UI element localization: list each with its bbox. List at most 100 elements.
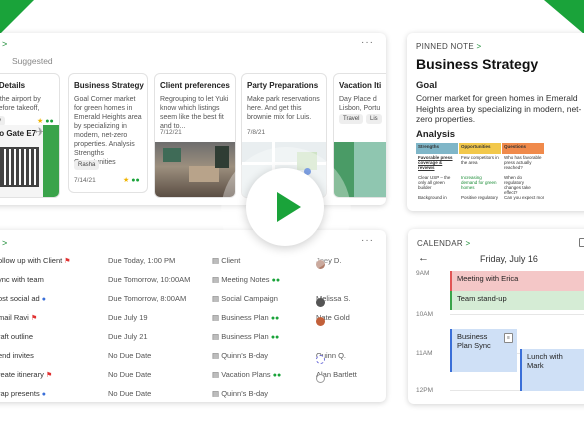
task-row[interactable]: reate itinerary ⚑ No Due Date ▤ Vacation… [0, 366, 386, 385]
calendar-icon[interactable] [579, 238, 584, 247]
note-card-date: 7/14/21 [74, 177, 96, 184]
avatar [316, 374, 325, 383]
goal-heading: Goal [416, 80, 438, 91]
notes-header-arrow[interactable]: > [2, 39, 7, 49]
event-meeting-with-erica[interactable]: Meeting with Erica ≡ [450, 271, 584, 291]
table-header-questions: Questions [502, 143, 544, 154]
task-row[interactable]: end invites No Due Date ▤ Quinn's B-day … [0, 347, 386, 366]
star-icon: ★ [37, 118, 44, 125]
note-card-trip-details[interactable]: t Details o the airport by Before takeof… [0, 73, 60, 198]
note-icon: ▤ [212, 313, 220, 322]
shared-icon: ●● [271, 277, 281, 284]
task-row[interactable]: rap presents ● No Due Date ▤ Quinn's B-d… [0, 385, 386, 402]
time-label: 11AM [416, 350, 433, 357]
task-name: ost social ad ● [0, 294, 47, 303]
event-business-plan-sync[interactable]: Business Plan Sync ≡ [450, 329, 517, 372]
green-strip [43, 125, 59, 197]
task-row[interactable]: ost social ad ● Due Tomorrow, 8:00AM ▤ S… [0, 290, 386, 309]
pinned-note-widget: PINNED NOTE > Business Strategy Goal Cor… [407, 33, 584, 211]
task-due: Due July 19 [108, 313, 148, 322]
qr-code [0, 147, 39, 187]
flag-icon: ⚑ [45, 372, 53, 379]
table-cell: Background in [418, 195, 447, 200]
note-card-body: Regrouping to let Yuki know which listin… [160, 96, 229, 130]
back-arrow-icon[interactable]: ← [418, 252, 429, 264]
pinned-note-header[interactable]: PINNED NOTE > [416, 42, 482, 51]
note-icon: ▤ [212, 332, 220, 341]
task-name: mail Ravi ⚑ [0, 313, 38, 322]
note-icon: ▤ [212, 370, 220, 379]
boarding-gate-text: Go Gate E7 [0, 129, 37, 138]
goal-text: Corner market for green homes in Emerald… [416, 93, 582, 124]
note-card-body: Day Place d Lisbon, Portu [339, 96, 381, 112]
shared-icon: ●● [270, 315, 280, 322]
chevron-right-icon: > [465, 239, 471, 248]
chevron-right-icon: > [476, 42, 482, 51]
table-cell: Clear USP – the only all green builder [418, 175, 451, 190]
shared-icon: ●● [270, 334, 280, 341]
task-name: ync with team [0, 275, 44, 284]
note-card-tag-2: Lis [366, 114, 382, 124]
suggested-tab[interactable]: Suggested [12, 56, 53, 66]
flag-icon: ⚑ [64, 258, 71, 265]
time-label: 10AM [416, 311, 433, 318]
note-card-title: Party Preparations [247, 81, 319, 90]
flag-icon: ● [41, 296, 47, 303]
table-cell: Favorable press coverage & reviews [418, 155, 453, 170]
tasks-menu-button[interactable]: ··· [361, 235, 374, 246]
avatar [316, 298, 325, 307]
note-card-title: Vacation Iti [339, 81, 382, 90]
note-icon: ▤ [212, 294, 220, 303]
brand-corner-right [544, 0, 584, 34]
note-icon: ≡ [504, 333, 513, 343]
analysis-table: Strengths Opportunities Questions Favora… [416, 143, 584, 204]
task-assignee: Alan Bartlett [316, 370, 357, 383]
task-due: No Due Date [108, 389, 152, 398]
event-lunch-with-mark[interactable]: Lunch with Mark ≡ [520, 349, 584, 391]
event-title: Business Plan Sync [457, 332, 491, 350]
note-icon: ▤ [212, 256, 220, 265]
note-card-business-strategy[interactable]: Business Strategy Goal Corner market for… [68, 73, 148, 193]
task-row[interactable]: ync with team Due Tomorrow, 10:00AM ▤ Me… [0, 271, 386, 290]
task-note: ▤ Quinn's B-day [212, 389, 269, 398]
shared-icon: ●● [272, 372, 282, 379]
task-due: Due July 21 [108, 332, 148, 341]
task-row[interactable]: raft outline Due July 21 ▤ Business Plan… [0, 328, 386, 347]
play-icon[interactable] [246, 168, 324, 246]
task-due: Due Today, 1:00 PM [108, 256, 176, 265]
task-row[interactable]: mail Ravi ⚑ Due July 19 ▤ Business Plan … [0, 309, 386, 328]
shared-icon: ●● [45, 118, 54, 125]
event-title: Lunch with Mark [527, 352, 563, 370]
note-card-tag: Rasha [74, 160, 100, 170]
event-team-standup[interactable]: Team stand-up ≡ [450, 291, 584, 310]
note-icon: ▤ [212, 275, 220, 284]
task-name: rap presents ● [0, 389, 47, 398]
tasks-header-arrow[interactable]: > [2, 238, 7, 248]
task-note: ▤ Business Plan ●● [212, 332, 280, 341]
pinned-note-header-label: PINNED NOTE [416, 42, 474, 51]
table-cell: When do regulatory changes take effect? [504, 175, 531, 194]
note-icon: ▤ [212, 389, 220, 398]
table-cell: Few competitors in the area [461, 155, 499, 165]
boarding-pass-image: Go Gate E7 ✈ [0, 125, 59, 197]
task-note: ▤ Business Plan ●● [212, 313, 280, 322]
star-icon: ★ [123, 177, 130, 184]
task-due: No Due Date [108, 351, 152, 360]
task-name: reate itinerary ⚑ [0, 370, 53, 379]
note-card-title: Business Strategy [74, 81, 144, 90]
note-card-tag: Travel [339, 114, 364, 124]
brand-corner-left [0, 0, 34, 34]
task-due: Due Tomorrow, 10:00AM [108, 275, 191, 284]
interior-photo [155, 142, 235, 197]
note-card-client-preferences[interactable]: Client preferences Regrouping to let Yuk… [154, 73, 236, 198]
avatar [316, 355, 325, 364]
table-header-opportunities: Opportunities [459, 143, 501, 154]
notes-menu-button[interactable]: ··· [361, 37, 374, 48]
flag-icon: ● [41, 391, 47, 398]
calendar-header[interactable]: CALENDAR > [417, 239, 470, 248]
table-cell: Positive regulatory [461, 195, 499, 200]
note-card-icons: ★ ●● [37, 117, 54, 125]
task-due: No Due Date [108, 370, 152, 379]
task-name: raft outline [0, 332, 34, 341]
avatar [316, 317, 325, 326]
